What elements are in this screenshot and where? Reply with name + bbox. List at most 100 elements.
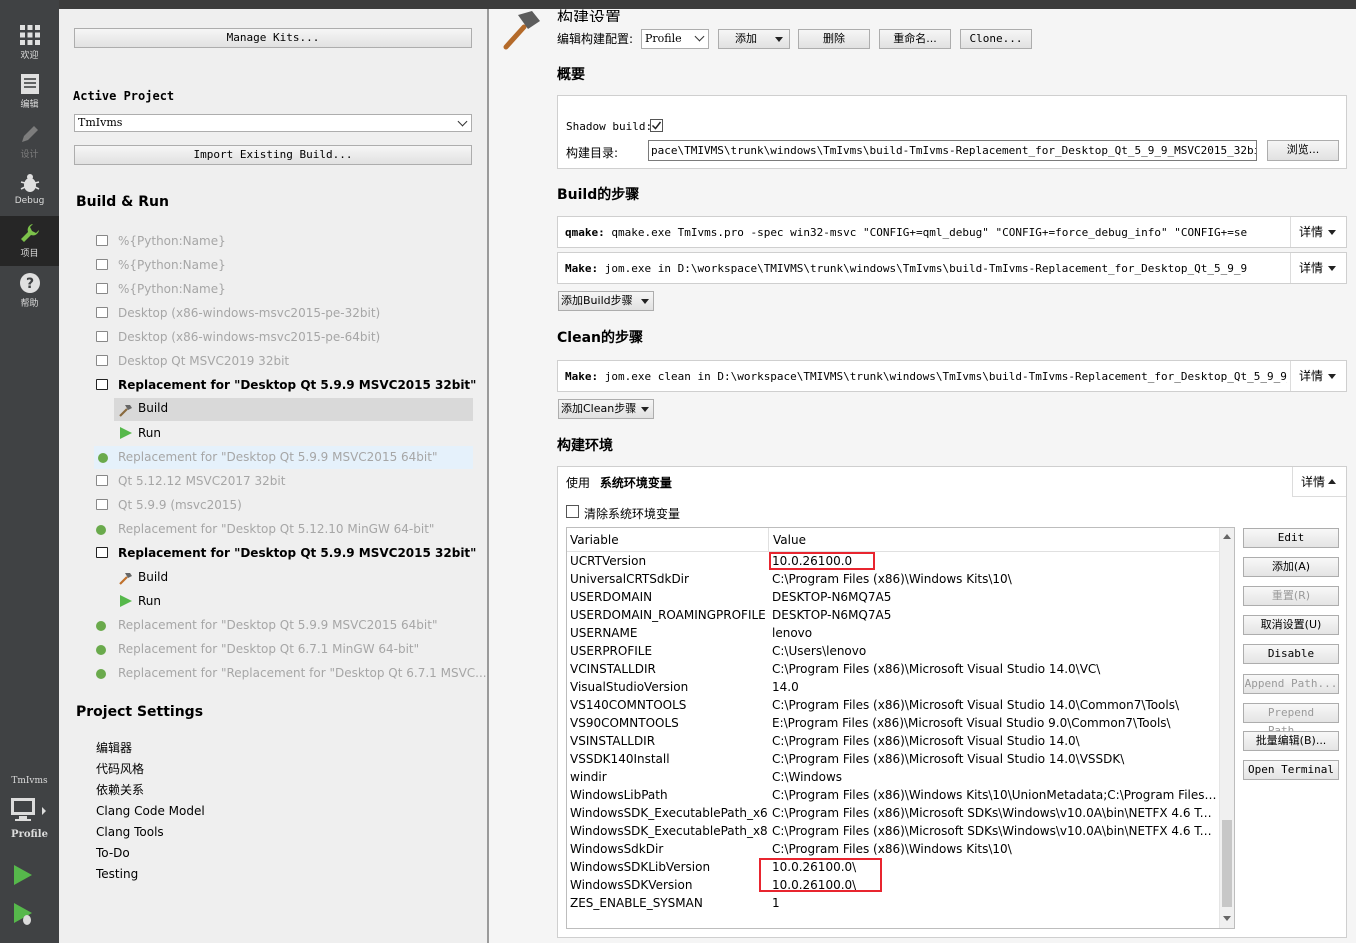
details-label: 详情 xyxy=(1301,475,1326,489)
manage-kits-button[interactable]: Manage Kits... xyxy=(74,28,472,48)
env-table-row[interactable]: VSINSTALLDIR C:\Program Files (x86)\Micro… xyxy=(567,732,1219,750)
settings-editor[interactable]: 编辑器 xyxy=(96,738,132,759)
check-icon xyxy=(651,121,662,130)
details-button[interactable]: 详情 xyxy=(1290,361,1346,391)
env-table-row[interactable]: VS140COMNTOOLS C:\Program Files (x86)\Mic… xyxy=(567,696,1219,714)
open-terminal-button[interactable]: Open Terminal xyxy=(1243,760,1339,780)
env-add-button[interactable]: 添加(A) xyxy=(1243,557,1339,577)
shadow-build-checkbox[interactable] xyxy=(650,119,663,132)
env-edit-button[interactable]: Edit xyxy=(1243,528,1339,548)
env-table-row[interactable]: VS90COMNTOOLS E:\Program Files (x86)\Micr… xyxy=(567,714,1219,732)
scroll-up-icon[interactable] xyxy=(1223,534,1231,539)
mode-help[interactable]: ? 帮助 xyxy=(0,266,59,316)
env-table-row[interactable]: WindowsLibPath C:\Program Files (x86)\Win… xyxy=(567,786,1219,804)
add-clean-step-button[interactable]: 添加Clean步骤 xyxy=(558,399,654,419)
mode-design[interactable]: 设计 xyxy=(0,117,59,167)
kit-label: Qt 5.9.9 (msvc2015) xyxy=(118,498,242,512)
settings-testing[interactable]: Testing xyxy=(96,864,138,885)
column-header-value[interactable]: Value xyxy=(773,533,806,547)
mode-edit[interactable]: 编辑 xyxy=(0,67,59,117)
env-table-row[interactable]: ZES_ENABLE_SYSMAN 1 xyxy=(567,894,1219,912)
scroll-down-icon[interactable] xyxy=(1223,916,1231,921)
env-scrollbar[interactable] xyxy=(1219,528,1234,928)
env-variable-cell: WindowsSDK_ExecutablePath_x64 xyxy=(570,806,768,820)
settings-clang-code-model[interactable]: Clang Code Model xyxy=(96,801,205,822)
debug-run-button[interactable] xyxy=(12,902,36,929)
env-table-row[interactable]: WindowsSDK_ExecutablePath_x64 C:\Program … xyxy=(567,804,1219,822)
tree-item-build-selected[interactable]: Build xyxy=(114,398,473,421)
kit-label: Replacement for "Desktop Qt 5.9.9 MSVC20… xyxy=(118,378,477,392)
computer-icon xyxy=(96,259,108,270)
mode-projects[interactable]: 项目 xyxy=(0,216,59,266)
mode-debug[interactable]: Debug xyxy=(0,166,59,216)
build-step-make[interactable]: Make: jom.exe in D:\workspace\TMIVMS\tru… xyxy=(557,252,1347,284)
delete-config-button[interactable]: 删除 xyxy=(798,29,870,49)
add-build-step-button[interactable]: 添加Build步骤 xyxy=(558,291,654,311)
run-button[interactable] xyxy=(12,864,34,889)
settings-todo[interactable]: To-Do xyxy=(96,843,130,864)
env-prepend-path-button[interactable]: Prepend Path... xyxy=(1243,703,1339,737)
tree-item-run[interactable]: Run xyxy=(114,590,473,612)
env-table-row[interactable]: USERPROFILE C:\Users\lenovo xyxy=(567,642,1219,660)
env-table-row[interactable]: WindowsSDK_ExecutablePath_x86 C:\Program … xyxy=(567,822,1219,840)
config-combo[interactable]: Profile xyxy=(641,29,709,49)
tree-item-run[interactable]: Run xyxy=(114,422,473,444)
clone-config-button[interactable]: Clone... xyxy=(960,29,1032,49)
kit-item-hover[interactable]: Replacement for "Desktop Qt 5.9.9 MSVC20… xyxy=(94,446,473,469)
clean-step-make[interactable]: Make: jom.exe clean in D:\workspace\TMIV… xyxy=(557,360,1347,392)
rename-config-button[interactable]: 重命名... xyxy=(879,29,951,49)
env-table-row[interactable]: UCRTVersion 10.0.26100.0 xyxy=(567,552,1219,570)
kit-label: Replacement for "Desktop Qt 5.12.10 MinG… xyxy=(118,522,435,536)
kit-label: Replacement for "Desktop Qt 5.9.9 MSVC20… xyxy=(118,546,477,560)
env-table-row[interactable]: VisualStudioVersion 14.0 xyxy=(567,678,1219,696)
env-table-row[interactable]: USERDOMAIN_ROAMINGPROFILE DESKTOP-N6MQ7A5 xyxy=(567,606,1219,624)
settings-clang-tools[interactable]: Clang Tools xyxy=(96,822,164,843)
page-title: 构建设置 xyxy=(557,9,677,22)
env-variable-cell: VSINSTALLDIR xyxy=(570,734,656,748)
env-table-row[interactable]: WindowsSDKVersion 10.0.26100.0\ xyxy=(567,876,1219,894)
env-variable-cell: VS90COMNTOOLS xyxy=(570,716,679,730)
kit-label: Desktop (x86-windows-msvc2015-pe-64bit) xyxy=(118,330,381,344)
browse-button[interactable]: 浏览... xyxy=(1267,140,1339,161)
clean-steps-heading: Clean的步骤 xyxy=(557,330,643,346)
env-append-path-button[interactable]: Append Path... xyxy=(1243,674,1339,694)
details-button[interactable]: 详情 xyxy=(1290,253,1346,283)
tree-item-build[interactable]: Build xyxy=(114,566,473,588)
env-table-row[interactable]: VCINSTALLDIR C:\Program Files (x86)\Micro… xyxy=(567,660,1219,678)
env-batch-edit-button[interactable]: 批量编辑(B)... xyxy=(1243,731,1339,751)
env-table-row[interactable]: WindowsSdkDir C:\Program Files (x86)\Wind… xyxy=(567,840,1219,858)
details-button[interactable]: 详情 xyxy=(1290,217,1346,247)
page-title-text: 构建设置 xyxy=(557,9,622,22)
build-dir-input[interactable]: pace\TMIVMS\trunk\windows\TmIvms\build-T… xyxy=(648,140,1257,161)
mode-welcome[interactable]: 欢迎 xyxy=(0,18,59,68)
env-reset-button[interactable]: 重置(R) xyxy=(1243,586,1339,606)
scroll-thumb[interactable] xyxy=(1222,820,1232,907)
env-table[interactable]: Variable Value UCRTVersion 10.0.26100.0 Un… xyxy=(566,527,1235,929)
target-selector[interactable] xyxy=(10,797,50,828)
settings-code-style[interactable]: 代码风格 xyxy=(96,759,144,780)
active-project-combo[interactable]: TmIvms xyxy=(74,114,472,132)
env-table-row[interactable]: UniversalCRTSdkDir C:\Program Files (x86)… xyxy=(567,570,1219,588)
column-divider xyxy=(768,528,769,552)
build-step-qmake[interactable]: qmake: qmake.exe TmIvms.pro -spec win32-… xyxy=(557,216,1347,248)
settings-dependencies[interactable]: 依赖关系 xyxy=(96,780,144,801)
hammer-icon xyxy=(119,573,132,585)
env-variable-cell: UniversalCRTSdkDir xyxy=(570,572,689,586)
clear-env-checkbox[interactable] xyxy=(566,505,579,518)
column-header-variable[interactable]: Variable xyxy=(570,533,619,547)
env-table-row[interactable]: windir C:\Windows xyxy=(567,768,1219,786)
env-disable-button[interactable]: Disable xyxy=(1243,644,1339,664)
env-table-row[interactable]: USERDOMAIN DESKTOP-N6MQ7A5 xyxy=(567,588,1219,606)
tree-item-label: Run xyxy=(138,594,162,608)
mode-label: Debug xyxy=(14,196,45,206)
env-table-row[interactable]: VSSDK140Install C:\Program Files (x86)\Mi… xyxy=(567,750,1219,768)
env-table-row[interactable]: USERNAME lenovo xyxy=(567,624,1219,642)
mode-bar: 欢迎 编辑 设计 Debug 项目 ? 帮助 TmIvms Profile xyxy=(0,0,59,943)
import-existing-build-button[interactable]: Import Existing Build... xyxy=(74,145,472,165)
env-table-row[interactable]: WindowsSDKLibVersion 10.0.26100.0\ xyxy=(567,858,1219,876)
document-icon xyxy=(20,74,39,94)
env-details-button[interactable]: 详情 xyxy=(1292,467,1346,497)
add-config-button[interactable]: 添加 xyxy=(718,29,790,49)
computer-icon xyxy=(96,379,108,390)
env-unset-button[interactable]: 取消设置(U) xyxy=(1243,615,1339,635)
